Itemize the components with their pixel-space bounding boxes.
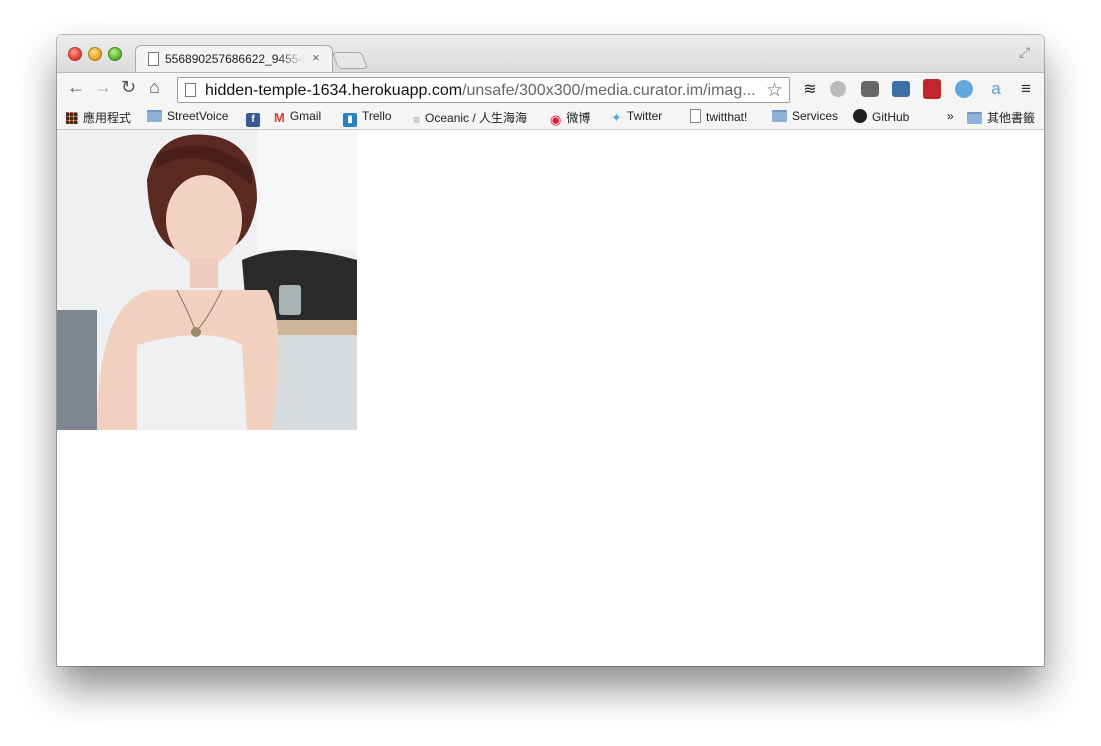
- url-host: hidden-temple-1634.herokuapp.com: [205, 82, 463, 99]
- title-bar: 556890257686622_94554 × ⤢: [57, 35, 1044, 73]
- pocket-icon[interactable]: [861, 81, 879, 97]
- bookmark-twitthat[interactable]: twitthat!: [690, 109, 747, 124]
- page-info-icon[interactable]: [185, 83, 196, 97]
- github-icon: [853, 109, 867, 123]
- folder-icon: [147, 110, 162, 122]
- gmail-icon: M: [274, 110, 285, 125]
- minimize-window-button[interactable]: [88, 47, 102, 61]
- browser-window: 556890257686622_94554 × ⤢ ← → ↻ ⌂ hidden…: [57, 35, 1044, 666]
- tab-active[interactable]: 556890257686622_94554 ×: [135, 45, 333, 73]
- folder-icon: [967, 112, 982, 124]
- bookmark-label: twitthat!: [706, 110, 748, 124]
- bookmark-label: Oceanic / 人生海海: [425, 111, 528, 125]
- url-text[interactable]: hidden-temple-1634.herokuapp.com/unsafe/…: [205, 82, 760, 100]
- bookmarks-bar: 應用程式 StreetVoice f M Gmail ▮ Trello ≡ Ocean…: [57, 105, 1044, 130]
- menu-icon[interactable]: ≡: [1016, 80, 1036, 100]
- bookmark-label: GitHub: [872, 110, 910, 124]
- forward-button[interactable]: →: [94, 77, 112, 98]
- bookmark-label: StreetVoice: [167, 109, 229, 123]
- v-icon[interactable]: [955, 80, 973, 98]
- url-path: /unsafe/300x300/media.curator.im/imag...: [462, 82, 756, 99]
- page-content: [57, 130, 1044, 666]
- portrait-image: [57, 130, 357, 430]
- bookmark-twitter[interactable]: ✦ Twitter: [611, 109, 662, 126]
- weibo-icon: ◉: [550, 112, 562, 127]
- home-button[interactable]: ⌂: [149, 77, 160, 98]
- portrait-photo: [57, 130, 357, 430]
- reload-button[interactable]: ↻: [121, 77, 136, 98]
- apps-grid-icon: [66, 112, 78, 124]
- toolbar: ← → ↻ ⌂ hidden-temple-1634.herokuapp.com…: [57, 72, 1044, 106]
- new-tab-button[interactable]: [331, 52, 369, 69]
- bookmark-label: Services: [792, 109, 839, 123]
- twitter-icon: ✦: [611, 110, 622, 125]
- folder-icon: [772, 110, 787, 122]
- page-icon: [148, 52, 159, 66]
- page-icon: [690, 109, 701, 123]
- bookmark-label: Trello: [362, 109, 392, 123]
- bookmarks-overflow-button[interactable]: »: [947, 109, 954, 123]
- bookmark-trello[interactable]: ▮ Trello: [343, 109, 392, 127]
- oceanic-icon: ≡: [413, 113, 421, 127]
- bookmark-star-icon[interactable]: ☆: [766, 79, 783, 102]
- bookmark-gmail[interactable]: M Gmail: [274, 109, 321, 125]
- bookmark-services[interactable]: Services: [772, 109, 838, 123]
- bookmark-apps[interactable]: 應用程式: [66, 109, 131, 126]
- close-window-button[interactable]: [68, 47, 82, 61]
- evernote-icon[interactable]: [830, 81, 846, 97]
- address-bar[interactable]: hidden-temple-1634.herokuapp.com/unsafe/…: [177, 77, 790, 103]
- dictionary-icon[interactable]: [923, 79, 941, 99]
- bookmark-label: Twitter: [626, 109, 663, 123]
- fullscreen-icon[interactable]: ⤢: [1019, 44, 1030, 61]
- stack-icon[interactable]: ≋: [800, 80, 820, 100]
- chart-icon[interactable]: [892, 81, 910, 97]
- bookmark-github[interactable]: GitHub: [853, 109, 909, 124]
- bookmark-oceanic[interactable]: ≡ Oceanic / 人生海海: [413, 109, 527, 127]
- trello-icon: ▮: [343, 113, 357, 127]
- amazon-icon[interactable]: a: [986, 80, 1006, 100]
- bookmark-streetvoice[interactable]: StreetVoice: [147, 109, 228, 123]
- bookmark-label: 應用程式: [83, 111, 132, 125]
- tab-title: 556890257686622_94554: [165, 52, 305, 66]
- bookmark-other[interactable]: 其他書籤: [967, 109, 1035, 126]
- maximize-window-button[interactable]: [108, 47, 122, 61]
- bookmark-facebook[interactable]: f: [246, 109, 265, 127]
- bookmark-label: 微博: [566, 111, 591, 125]
- bookmark-label: 其他書籤: [987, 111, 1036, 125]
- bookmark-weibo[interactable]: ◉ 微博: [550, 109, 590, 128]
- tab-close-icon[interactable]: ×: [312, 50, 320, 65]
- bookmark-label: Gmail: [289, 109, 322, 123]
- facebook-icon: f: [246, 113, 260, 127]
- back-button[interactable]: ←: [67, 77, 85, 98]
